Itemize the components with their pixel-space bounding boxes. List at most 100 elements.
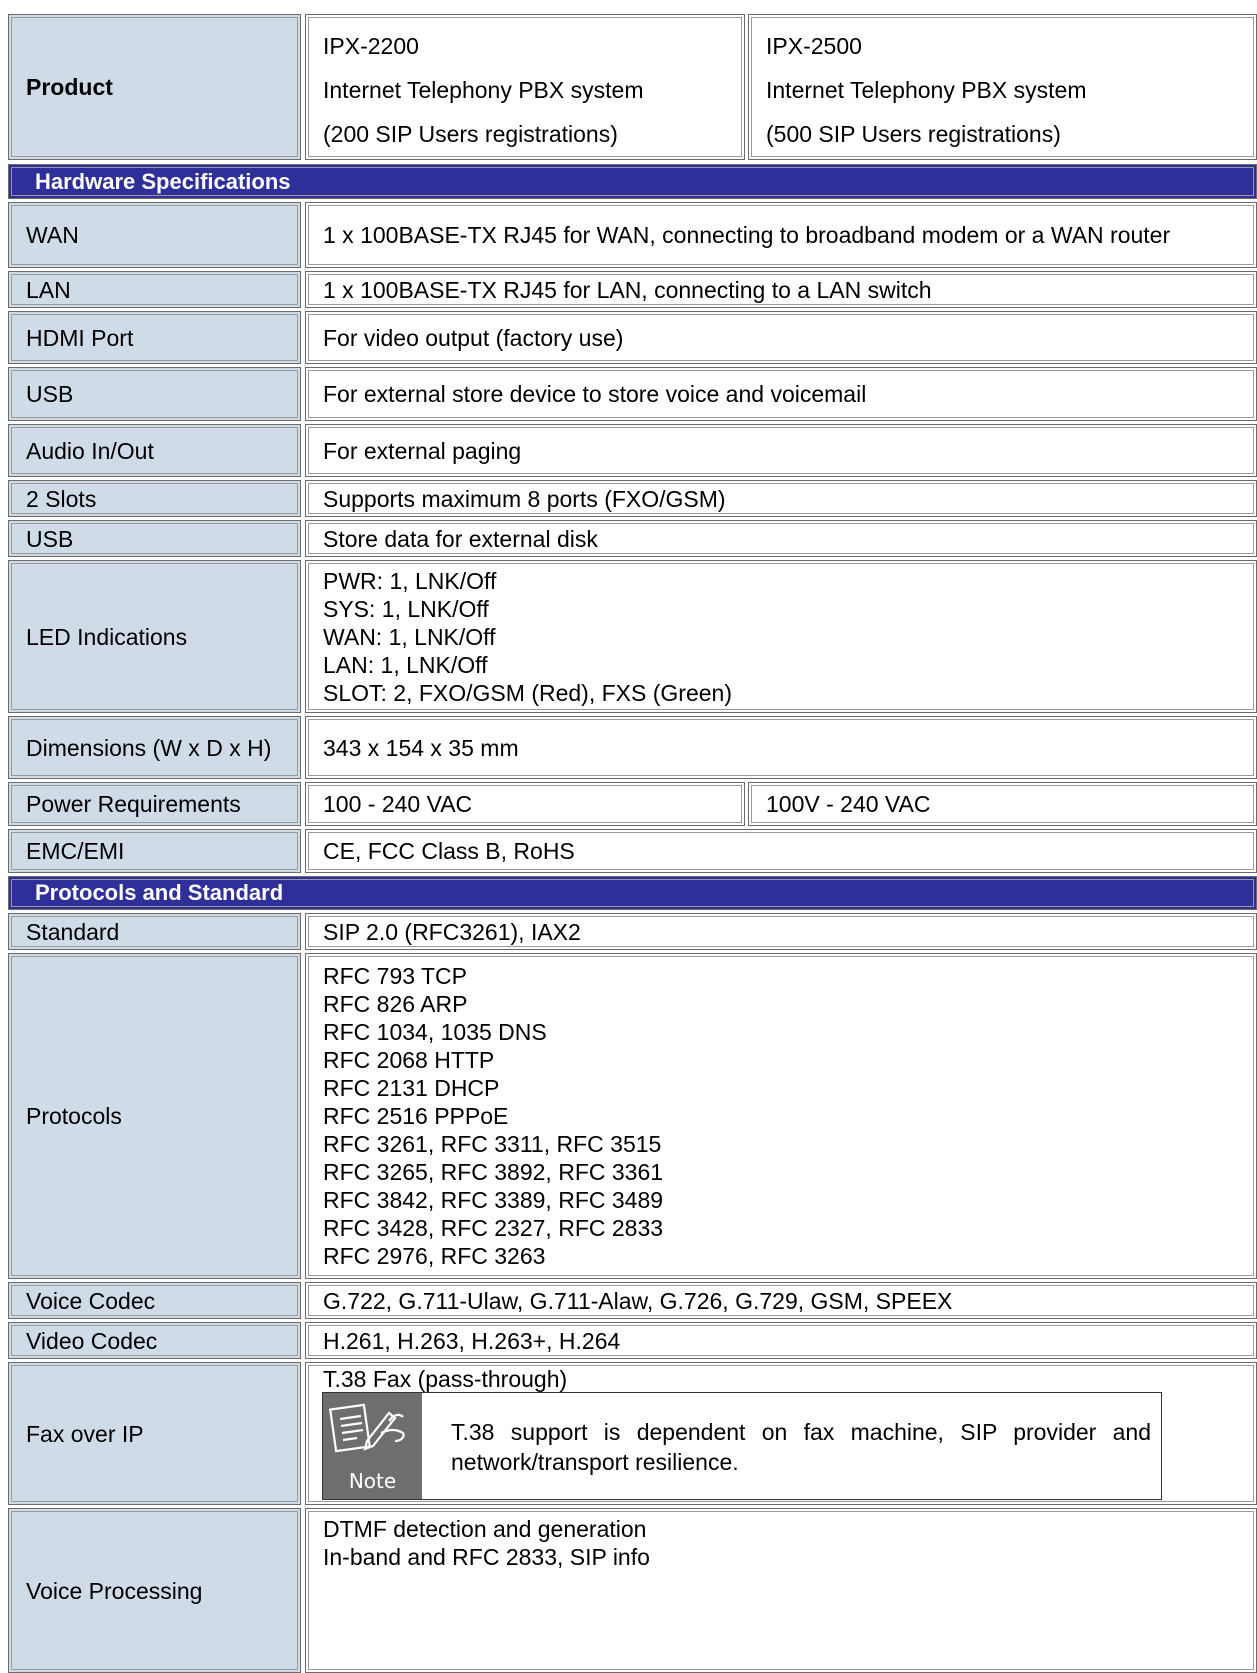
row-value: H.261, H.263, H.263+, H.264: [323, 1327, 621, 1354]
row-label: Fax over IP: [26, 1420, 144, 1447]
row-label: WAN: [26, 222, 79, 248]
product-model-2-type: Internet Telephony PBX system: [766, 77, 1087, 103]
hw-row-audio-value: For external paging: [305, 424, 1257, 477]
pr-row-video-codec-value: H.261, H.263, H.263+, H.264: [305, 1322, 1257, 1359]
protocol-line: RFC 3842, RFC 3389, RFC 3489: [323, 1187, 664, 1213]
voice-processing-line: In-band and RFC 2833, SIP info: [323, 1544, 650, 1570]
hw-row-wan-value: 1 x 100BASE-TX RJ45 for WAN, connecting …: [305, 202, 1257, 268]
hw-row-power-value-2: 100V - 240 VAC: [748, 782, 1257, 826]
pr-row-standard-label: Standard: [8, 913, 301, 950]
product-model-2-cell: IPX-2500 Internet Telephony PBX system (…: [748, 14, 1257, 160]
row-value: SIP 2.0 (RFC3261), IAX2: [323, 918, 581, 945]
row-label: HDMI Port: [26, 324, 134, 351]
note-icon: Note: [323, 1393, 422, 1499]
led-line: PWR: 1, LNK/Off: [323, 567, 497, 594]
row-label: Voice Processing: [26, 1577, 203, 1604]
protocol-line: RFC 2976, RFC 3263: [323, 1243, 546, 1269]
note-pencil-icon: [329, 1403, 405, 1453]
pr-row-voice-processing-label: Voice Processing: [8, 1508, 301, 1673]
hw-row-hdmi-label: HDMI Port: [8, 311, 301, 364]
hw-row-dimensions-label: Dimensions (W x D x H): [8, 716, 301, 779]
row-value: 1 x 100BASE-TX RJ45 for WAN, connecting …: [323, 222, 1171, 248]
row-value: Store data for external disk: [323, 525, 598, 552]
hw-row-led-value: PWR: 1, LNK/Off SYS: 1, LNK/Off WAN: 1, …: [305, 560, 1257, 713]
pr-row-voice-codec-label: Voice Codec: [8, 1282, 301, 1319]
product-model-1-users: (200 SIP Users registrations): [323, 121, 618, 147]
pr-row-protocols-label: Protocols: [8, 953, 301, 1279]
hw-row-led-label: LED Indications: [8, 560, 301, 713]
hw-row-power-value-1: 100 - 240 VAC: [305, 782, 745, 826]
hw-row-slots-value: Supports maximum 8 ports (FXO/GSM): [305, 480, 1257, 517]
row-label: 2 Slots: [26, 485, 97, 512]
product-model-2-name: IPX-2500: [766, 33, 862, 59]
row-label: Dimensions (W x D x H): [26, 734, 272, 761]
row-value: 343 x 154 x 35 mm: [323, 734, 519, 761]
protocols-section-title: Protocols and Standard: [35, 880, 284, 905]
hw-row-emc-value: CE, FCC Class B, RoHS: [305, 829, 1257, 873]
hw-row-usb2-label: USB: [8, 520, 301, 557]
row-label: Voice Codec: [26, 1287, 156, 1314]
protocol-line: RFC 3261, RFC 3311, RFC 3515: [323, 1131, 662, 1157]
hw-row-power-label: Power Requirements: [8, 782, 301, 826]
protocol-line: RFC 2131 DHCP: [323, 1075, 500, 1101]
row-value: For external paging: [323, 437, 522, 464]
row-label: Standard: [26, 918, 120, 945]
product-model-2-users: (500 SIP Users registrations): [766, 121, 1061, 147]
led-line: LAN: 1, LNK/Off: [323, 651, 488, 678]
pr-row-voice-codec-value: G.722, G.711-Ulaw, G.711-Alaw, G.726, G.…: [305, 1282, 1257, 1319]
hardware-section-title: Hardware Specifications: [35, 168, 291, 194]
row-label: LED Indications: [26, 623, 188, 650]
protocol-line: RFC 1034, 1035 DNS: [323, 1019, 547, 1045]
protocol-line: RFC 793 TCP: [323, 963, 468, 989]
row-value: 100 - 240 VAC: [323, 791, 473, 817]
hardware-section-header: Hardware Specifications: [8, 164, 1257, 199]
row-value: T.38 Fax (pass-through): [323, 1366, 568, 1392]
led-line: SLOT: 2, FXO/GSM (Red), FXS (Green): [323, 679, 732, 706]
hw-row-usb2-value: Store data for external disk: [305, 520, 1257, 557]
pr-row-voice-processing-value: DTMF detection and generation In-band an…: [305, 1508, 1257, 1673]
note-icon-label: Note: [348, 1469, 397, 1493]
led-line: WAN: 1, LNK/Off: [323, 623, 496, 650]
protocols-section-header: Protocols and Standard: [8, 876, 1257, 910]
note-box: Note T.38 support is dependent on fax ma…: [322, 1392, 1162, 1500]
voice-processing-line: DTMF detection and generation: [323, 1516, 647, 1542]
hw-row-emc-label: EMC/EMI: [8, 829, 301, 873]
hw-row-lan-label: LAN: [8, 271, 301, 308]
hw-row-slots-label: 2 Slots: [8, 480, 301, 517]
product-label: Product: [26, 73, 113, 100]
hw-row-hdmi-value: For video output (factory use): [305, 311, 1257, 364]
pr-row-standard-value: SIP 2.0 (RFC3261), IAX2: [305, 913, 1257, 950]
led-line: SYS: 1, LNK/Off: [323, 595, 489, 622]
hw-row-usb-value: For external store device to store voice…: [305, 367, 1257, 421]
pr-row-protocols-value: RFC 793 TCP RFC 826 ARP RFC 1034, 1035 D…: [305, 953, 1257, 1279]
row-label: USB: [26, 525, 74, 552]
protocol-line: RFC 3265, RFC 3892, RFC 3361: [323, 1159, 664, 1185]
row-label: Video Codec: [26, 1327, 158, 1354]
row-value: 100V - 240 VAC: [766, 791, 931, 817]
row-value: G.722, G.711-Ulaw, G.711-Alaw, G.726, G.…: [323, 1287, 953, 1314]
product-label-cell: Product: [8, 14, 301, 160]
row-value: CE, FCC Class B, RoHS: [323, 838, 575, 864]
row-label: USB: [26, 381, 74, 407]
product-model-1-type: Internet Telephony PBX system: [323, 77, 644, 103]
protocol-line: RFC 3428, RFC 2327, RFC 2833: [323, 1215, 664, 1241]
row-label: LAN: [26, 276, 71, 303]
row-value: Supports maximum 8 ports (FXO/GSM): [323, 485, 726, 512]
hw-row-wan-label: WAN: [8, 202, 301, 268]
pr-row-fax-label: Fax over IP: [8, 1362, 301, 1505]
protocol-line: RFC 826 ARP: [323, 991, 468, 1017]
hw-row-dimensions-value: 343 x 154 x 35 mm: [305, 716, 1257, 779]
pr-row-video-codec-label: Video Codec: [8, 1322, 301, 1359]
product-model-1-cell: IPX-2200 Internet Telephony PBX system (…: [305, 14, 745, 160]
protocol-line: RFC 2516 PPPoE: [323, 1103, 509, 1129]
product-model-1-name: IPX-2200: [323, 33, 419, 59]
row-label: Audio In/Out: [26, 437, 154, 464]
row-label: Protocols: [26, 1103, 122, 1129]
row-value: 1 x 100BASE-TX RJ45 for LAN, connecting …: [323, 276, 932, 303]
row-value: For external store device to store voice…: [323, 381, 867, 407]
protocol-line: RFC 2068 HTTP: [323, 1047, 495, 1073]
row-label: Power Requirements: [26, 791, 241, 817]
row-label: EMC/EMI: [26, 838, 125, 864]
row-value: For video output (factory use): [323, 324, 624, 351]
hw-row-audio-label: Audio In/Out: [8, 424, 301, 477]
